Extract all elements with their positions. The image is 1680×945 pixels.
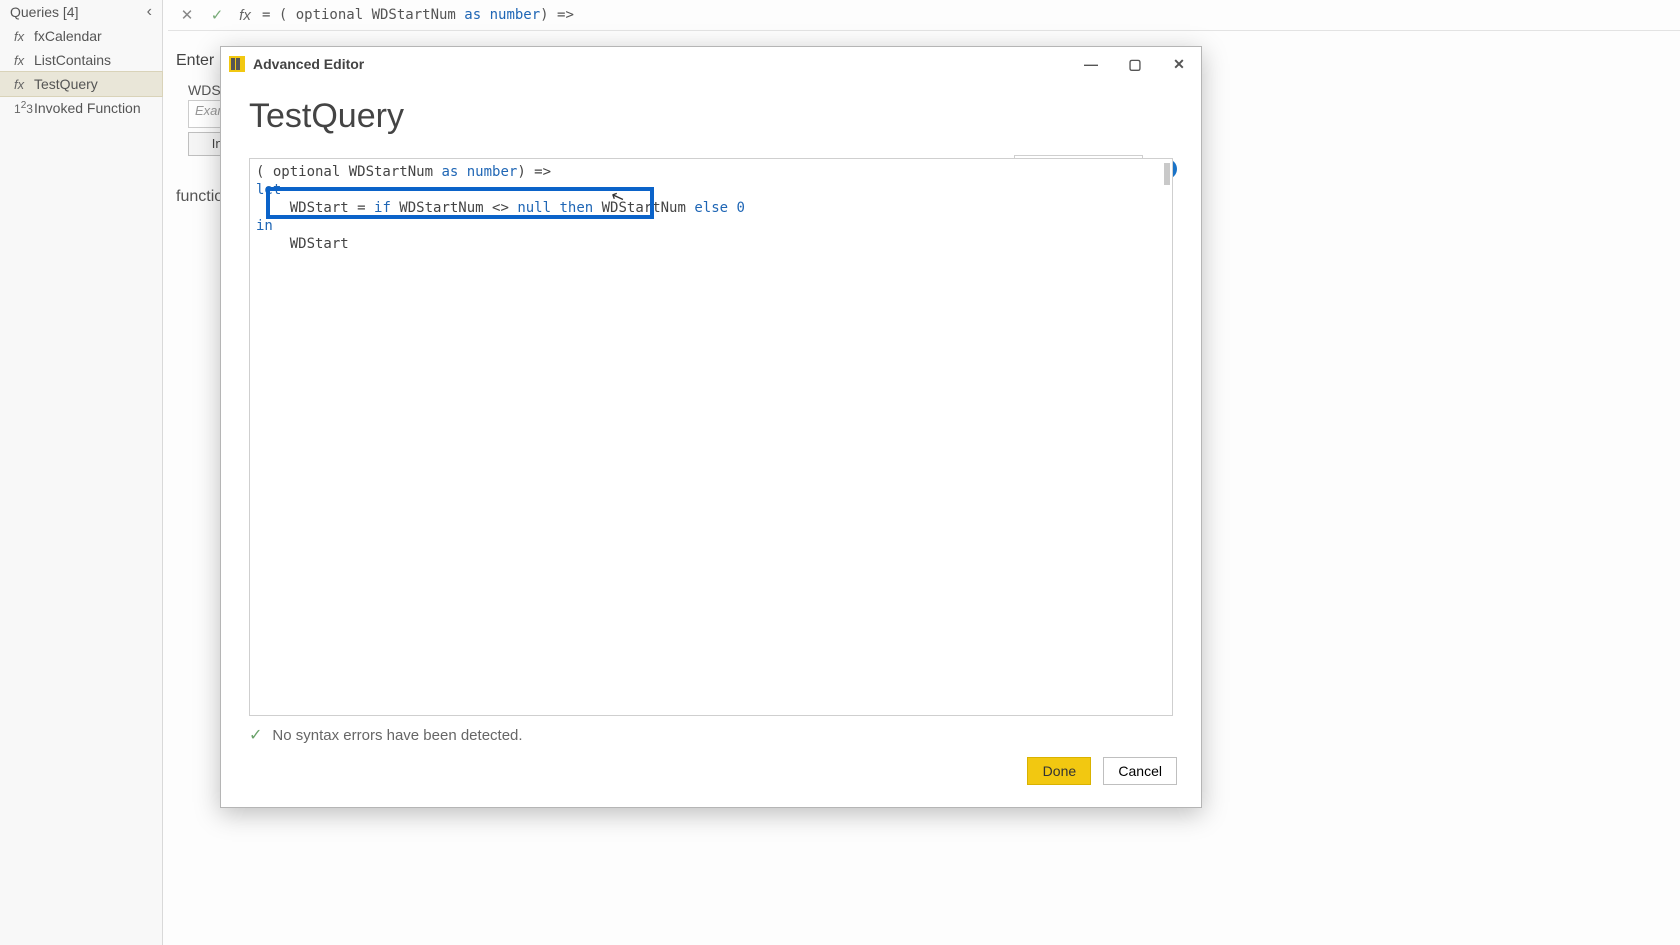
done-button[interactable]: Done xyxy=(1027,757,1091,785)
syntax-status: ✓ No syntax errors have been detected. xyxy=(249,725,523,745)
dialog-title: Advanced Editor xyxy=(253,56,364,72)
number-icon: 123 xyxy=(14,100,28,116)
commit-formula-icon[interactable]: ✓ xyxy=(206,4,228,26)
powerbi-icon xyxy=(229,56,245,72)
queries-title: Queries [4] xyxy=(10,4,78,20)
fx-icon: fx xyxy=(14,29,28,44)
queries-pane: Queries [4] ‹ fx fxCalendar fx ListConta… xyxy=(0,0,163,945)
fx-icon: fx xyxy=(14,53,28,68)
query-name-heading: TestQuery xyxy=(249,97,1173,136)
formula-bar: ✕ ✓ fx = ( optional WDStartNum as number… xyxy=(168,0,1680,31)
query-label: ListContains xyxy=(34,52,111,68)
check-icon: ✓ xyxy=(249,725,262,745)
close-icon[interactable]: ✕ xyxy=(1157,47,1201,81)
query-label: fxCalendar xyxy=(34,28,102,44)
formula-input[interactable]: = ( optional WDStartNum as number) => xyxy=(262,7,1680,23)
minimize-icon[interactable]: — xyxy=(1069,47,1113,81)
query-item-testquery[interactable]: fx TestQuery xyxy=(0,72,162,96)
enter-params-label: Enter xyxy=(176,52,214,70)
queries-header: Queries [4] ‹ xyxy=(0,0,162,24)
query-label: TestQuery xyxy=(34,76,98,92)
advanced-editor-dialog: Advanced Editor — ▢ ✕ TestQuery Display … xyxy=(220,46,1202,808)
fx-icon: fx xyxy=(14,77,28,92)
dialog-titlebar[interactable]: Advanced Editor — ▢ ✕ xyxy=(221,47,1201,81)
query-label: Invoked Function xyxy=(34,100,141,116)
function-heading: functio xyxy=(176,188,223,206)
fx-icon[interactable]: fx xyxy=(236,7,254,24)
scrollbar-thumb[interactable] xyxy=(1164,163,1170,185)
collapse-chevron-icon[interactable]: ‹ xyxy=(143,3,156,21)
code-editor[interactable]: ( optional WDStartNum as number) => let … xyxy=(249,158,1173,716)
cancel-formula-icon[interactable]: ✕ xyxy=(176,4,198,26)
maximize-icon[interactable]: ▢ xyxy=(1113,47,1157,81)
query-item-fxcalendar[interactable]: fx fxCalendar xyxy=(0,24,162,48)
query-item-listcontains[interactable]: fx ListContains xyxy=(0,48,162,72)
cancel-button[interactable]: Cancel xyxy=(1103,757,1177,785)
status-text: No syntax errors have been detected. xyxy=(272,727,522,744)
query-item-invoked-function[interactable]: 123 Invoked Function xyxy=(0,96,162,120)
